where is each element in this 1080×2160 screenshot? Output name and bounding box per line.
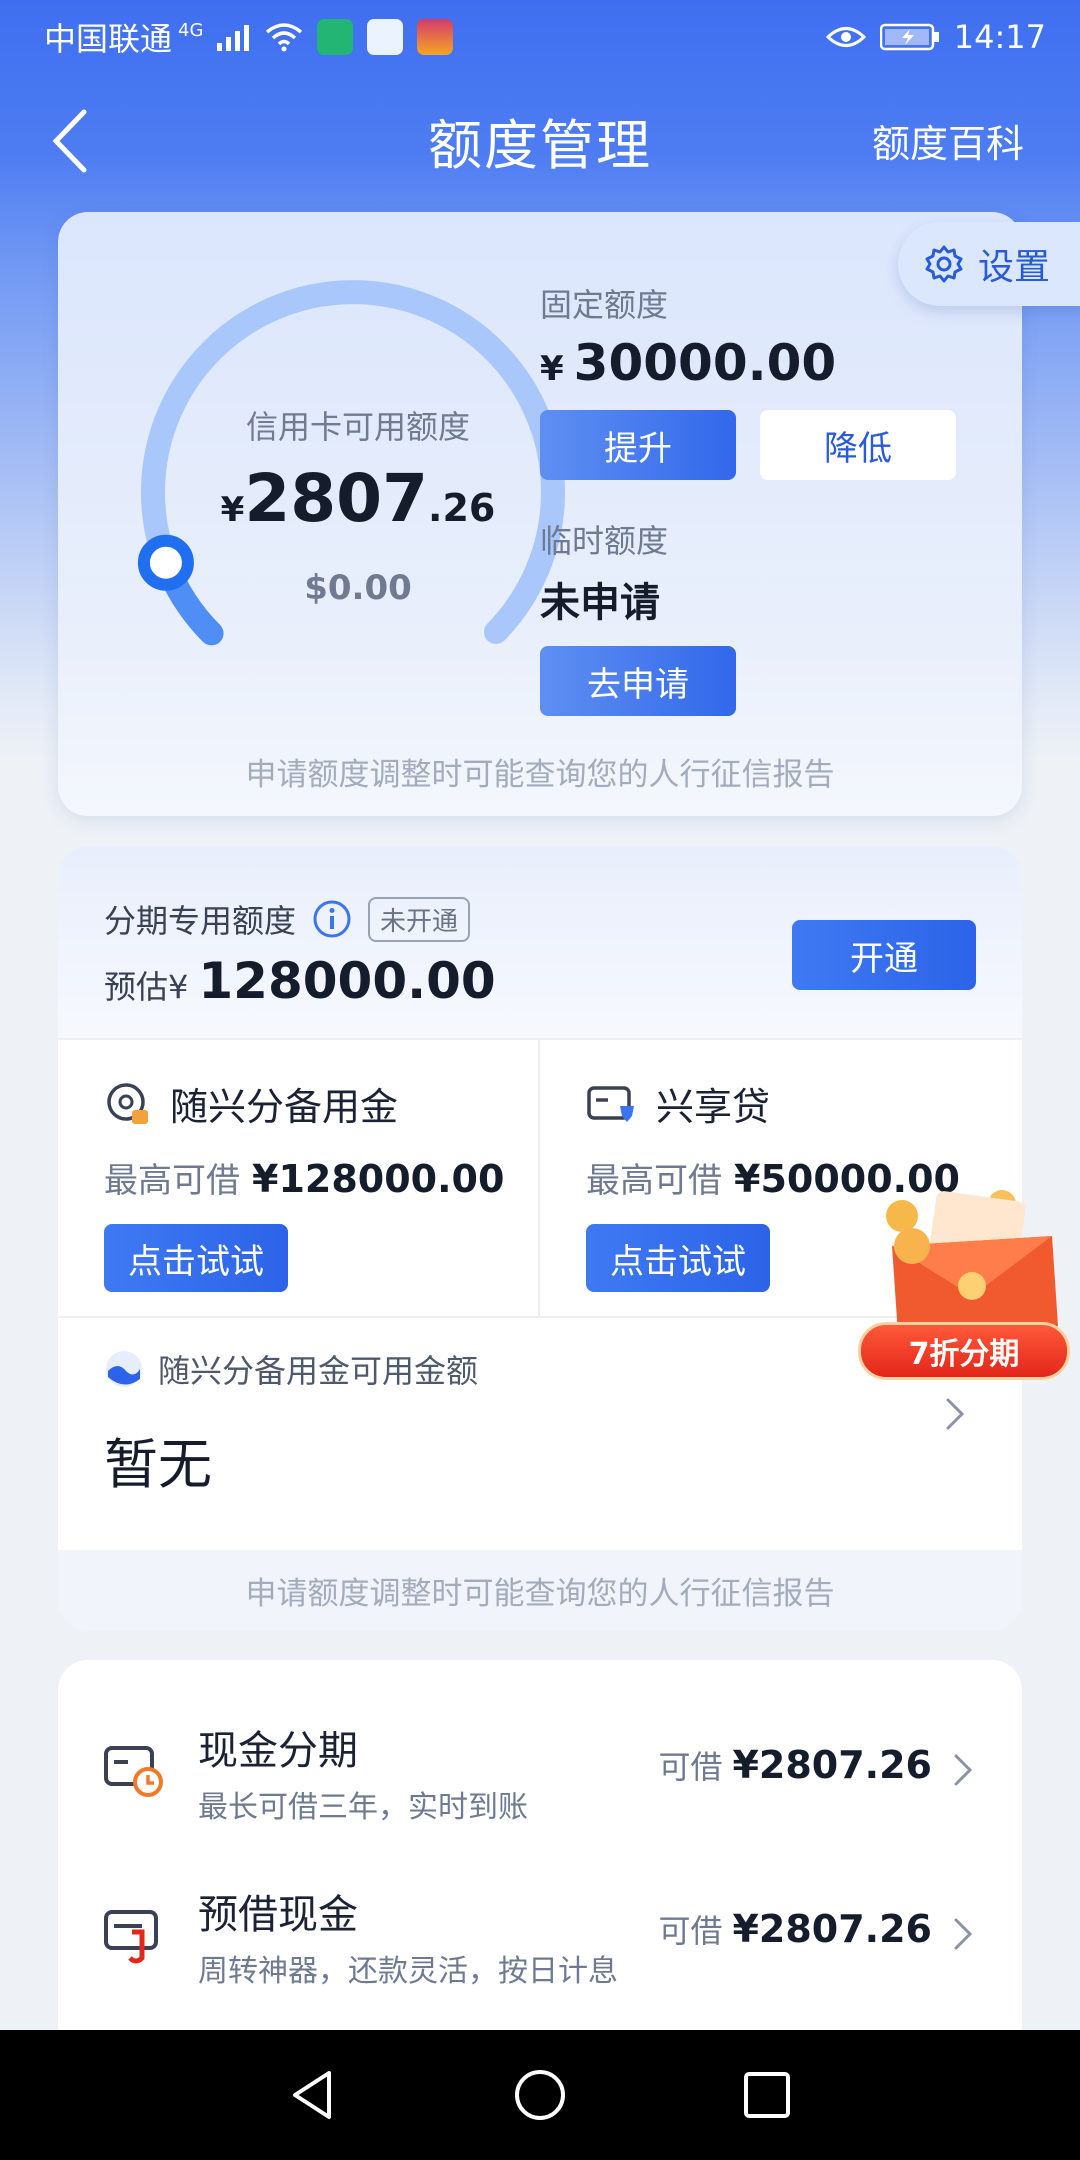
gauge-title: 信用卡可用额度	[245, 408, 470, 446]
item-subtitle: 最长可借三年，实时到账	[198, 1790, 528, 1825]
fixed-limit-number: 30000.00	[573, 334, 837, 392]
nav-bar: 额度管理 额度百科	[0, 90, 1080, 190]
settings-label: 设置	[978, 247, 1051, 288]
system-nav-bar	[0, 2030, 1080, 2160]
cash-clock-icon	[104, 1746, 163, 1797]
available-value: 暂无	[104, 1433, 212, 1496]
product-name: 随兴分备用金	[170, 1085, 399, 1129]
borrow-value: ¥2807.26	[732, 1907, 932, 1951]
amount-integer: 2807	[244, 460, 429, 537]
divider	[538, 1040, 540, 1316]
usd-amount: $0.00	[304, 568, 412, 608]
back-button[interactable]	[46, 106, 96, 176]
estimate-value: 128000.00	[198, 952, 496, 1010]
item-amount: 可借 ¥2807.26	[658, 1906, 932, 1952]
try-button[interactable]: 点击试试	[104, 1224, 288, 1292]
item-title: 现金分期	[198, 1728, 358, 1774]
signal-icon	[217, 23, 251, 51]
battery-icon	[879, 23, 940, 51]
currency-symbol: ¥	[540, 349, 564, 389]
cash-services-card: 现金分期 最长可借三年，实时到账 可借 ¥2807.26 预借现金 周转神器，还款…	[58, 1660, 1022, 2040]
quota-wiki-link[interactable]: 额度百科	[872, 113, 1024, 168]
item-subtitle: 周转神器，还款灵活，按日计息	[198, 1954, 618, 1989]
max-borrow-label: 最高可借	[104, 1161, 240, 1201]
open-installment-button[interactable]: 开通	[792, 920, 976, 990]
clock: 14:17	[953, 18, 1046, 56]
item-amount: 可借 ¥2807.26	[658, 1742, 932, 1788]
home-circle-icon[interactable]	[510, 2065, 570, 2125]
fixed-limit-value: ¥30000.00	[540, 334, 1000, 392]
promo-label: 7折分期	[858, 1322, 1070, 1380]
amount-decimal: .26	[428, 486, 496, 530]
recents-square-icon[interactable]	[737, 2065, 797, 2125]
carrier-label: 中国联通	[44, 20, 173, 58]
max-borrow-value: ¥128000.00	[252, 1157, 505, 1201]
list-item-cash-installment[interactable]: 现金分期 最长可借三年，实时到账 可借 ¥2807.26	[58, 1700, 1022, 1840]
status-badge: 未开通	[368, 896, 471, 942]
card-shield-icon	[587, 1085, 634, 1122]
apply-temp-limit-button[interactable]: 去申请	[540, 646, 736, 716]
credit-report-note: 申请额度调整时可能查询您的人行征信报告	[245, 756, 835, 793]
eye-icon	[825, 24, 866, 50]
promo-envelope[interactable]: 7折分期	[852, 1186, 1076, 1392]
available-title: 随兴分备用金可用金额	[158, 1352, 479, 1390]
wave-logo-icon	[106, 1351, 142, 1387]
product-suixingfen: 随兴分备用金 最高可借 ¥128000.00 点击试试	[104, 1076, 504, 1292]
temp-limit-label: 临时额度	[540, 522, 669, 560]
gear-icon	[925, 245, 963, 283]
chevron-right-icon	[954, 1754, 973, 1786]
credit-report-note: 申请额度调整时可能查询您的人行征信报告	[58, 1550, 1022, 1630]
back-triangle-icon[interactable]	[283, 2065, 343, 2125]
currency-symbol: ¥	[220, 490, 245, 530]
chevron-right-icon	[954, 1918, 973, 1950]
network-label: 4G	[178, 19, 204, 41]
item-title: 预借现金	[198, 1892, 358, 1938]
borrow-label: 可借	[658, 1748, 723, 1786]
borrow-value: ¥2807.26	[732, 1743, 932, 1787]
product-name: 兴享贷	[656, 1085, 771, 1129]
available-amount: ¥2807.26	[128, 460, 588, 537]
raise-limit-button[interactable]: 提升	[540, 410, 736, 480]
credit-limit-card: 信用卡可用额度 ¥2807.26 $0.00 固定额度 ¥30000.00 提升…	[58, 212, 1022, 816]
chevron-right-icon	[946, 1398, 965, 1430]
wifi-icon	[265, 22, 303, 52]
status-bar: 中国联通 4G 14:17	[0, 0, 1080, 74]
reserve-available-row[interactable]: 随兴分备用金可用金额 暂无	[104, 1346, 478, 1499]
installment-estimate: 预估¥ 128000.00	[104, 952, 496, 1010]
app-send-icon	[367, 19, 404, 55]
installment-title: 分期专用额度	[104, 902, 297, 940]
app-home-icon	[317, 19, 354, 55]
limit-details: 固定额度 ¥30000.00 提升 降低 临时额度 未申请 去申请	[540, 280, 1000, 716]
lower-limit-button[interactable]: 降低	[760, 410, 956, 480]
temp-limit-value: 未申请	[540, 580, 660, 626]
settings-button[interactable]: 设置	[898, 222, 1080, 306]
estimate-prefix: 预估¥	[104, 968, 189, 1006]
cash-advance-icon	[104, 1910, 158, 1964]
try-button[interactable]: 点击试试	[586, 1224, 770, 1292]
borrow-label: 可借	[658, 1912, 723, 1950]
chevron-left-icon	[52, 109, 87, 173]
red-envelope-icon	[886, 1190, 1058, 1334]
app-bank-icon	[417, 19, 454, 55]
available-limit-gauge: 信用卡可用额度 ¥2807.26 $0.00	[128, 272, 588, 672]
list-item-cash-advance[interactable]: 预借现金 周转神器，还款灵活，按日计息 可借 ¥2807.26	[58, 1864, 1022, 2004]
info-icon[interactable]	[312, 899, 352, 939]
installment-header: 分期专用额度 未开通 预估¥ 128000.00 开通	[58, 846, 1022, 1038]
coin-bag-icon	[107, 1082, 148, 1124]
max-borrow-label: 最高可借	[586, 1161, 722, 1201]
